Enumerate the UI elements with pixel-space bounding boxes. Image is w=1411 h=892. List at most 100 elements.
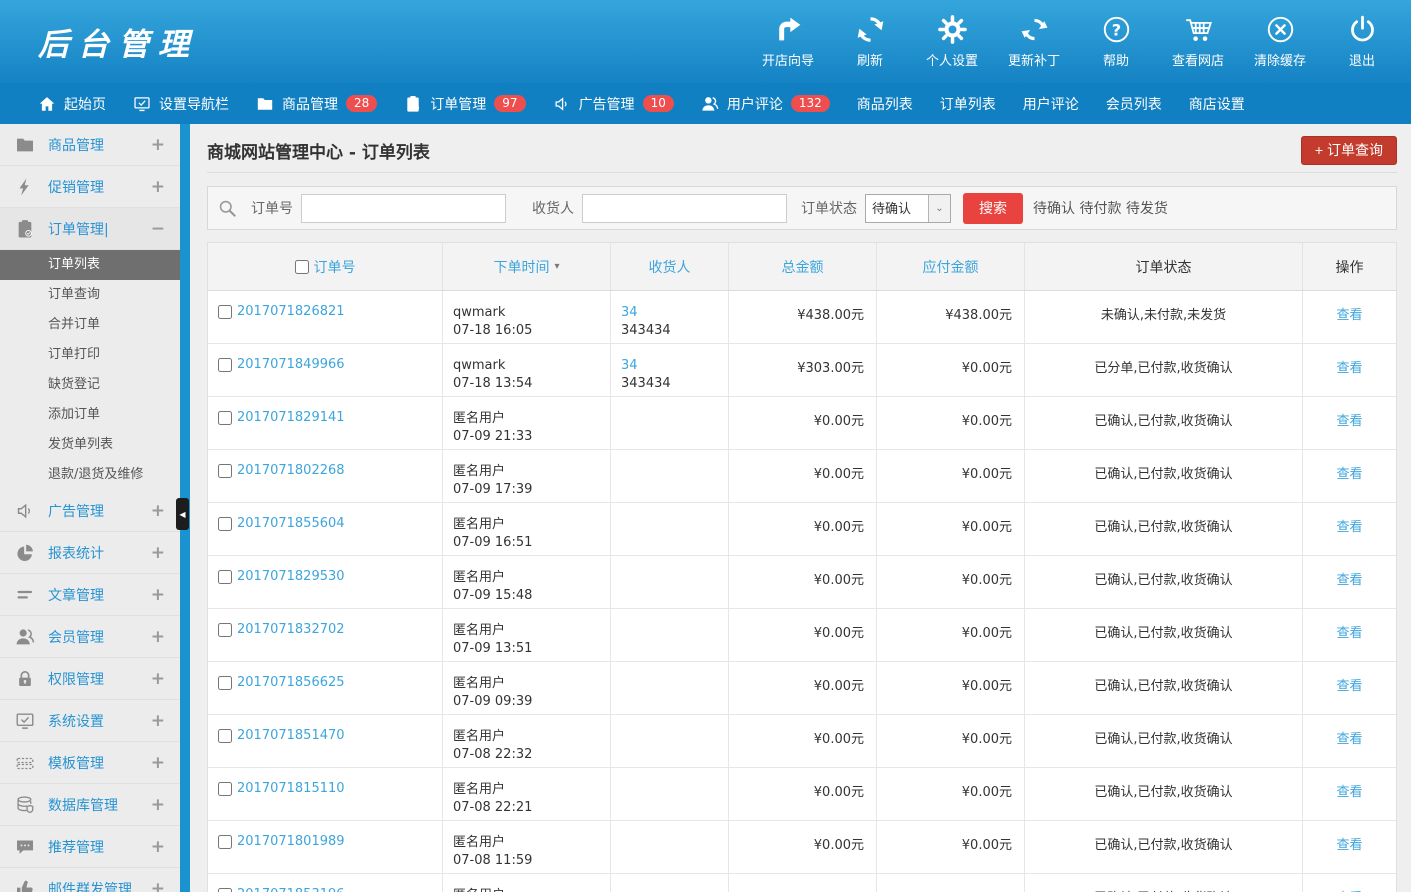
column-header-1[interactable]: 下单时间 ▾	[443, 243, 611, 290]
row-checkbox[interactable]	[218, 517, 232, 531]
expand-toggle-icon[interactable]: +	[151, 669, 165, 689]
navbar-item-10[interactable]: 商店设置	[1189, 94, 1245, 114]
expand-toggle-icon[interactable]: +	[151, 135, 165, 155]
sidebar-group-4[interactable]: 报表统计 +	[0, 532, 180, 574]
sidebar-group-6[interactable]: 会员管理 +	[0, 616, 180, 658]
expand-toggle-icon[interactable]: +	[151, 627, 165, 647]
sidebar-subitem-7[interactable]: 退款/退货及维修	[0, 460, 180, 490]
sidebar-group-5[interactable]: 文章管理 +	[0, 574, 180, 616]
topbar-action-sync[interactable]: 更新补丁	[999, 15, 1069, 69]
search-button[interactable]: 搜索	[963, 193, 1023, 224]
navbar-item-3[interactable]: 订单管理 97	[404, 94, 525, 114]
view-link[interactable]: 查看	[1336, 728, 1362, 747]
view-link[interactable]: 查看	[1336, 781, 1362, 800]
order-query-button[interactable]: + 订单查询	[1301, 136, 1397, 165]
view-link[interactable]: 查看	[1336, 516, 1362, 535]
sidebar-subitem-2[interactable]: 合并订单	[0, 310, 180, 340]
sidebar-group-11[interactable]: 推荐管理 +	[0, 826, 180, 868]
expand-toggle-icon[interactable]: +	[151, 795, 165, 815]
order-number-link[interactable]: 2017071856625	[237, 675, 345, 690]
sidebar-subitem-6[interactable]: 发货单列表	[0, 430, 180, 460]
sidebar-group-0[interactable]: 商品管理 +	[0, 124, 180, 166]
row-checkbox[interactable]	[218, 305, 232, 319]
topbar-action-power[interactable]: 退出	[1327, 15, 1397, 69]
sidebar-group-9[interactable]: 模板管理 +	[0, 742, 180, 784]
column-header-3[interactable]: 总金额	[729, 243, 877, 290]
row-checkbox[interactable]	[218, 676, 232, 690]
topbar-action-cart[interactable]: 查看网店	[1163, 15, 1233, 69]
expand-toggle-icon[interactable]: +	[151, 753, 165, 773]
sidebar-group-8[interactable]: 系统设置 +	[0, 700, 180, 742]
row-checkbox[interactable]	[218, 358, 232, 372]
sidebar-group-7[interactable]: 权限管理 +	[0, 658, 180, 700]
navbar-item-1[interactable]: 设置导航栏	[133, 94, 229, 114]
column-header-2[interactable]: 收货人	[611, 243, 729, 290]
expand-toggle-icon[interactable]: +	[151, 879, 165, 892]
navbar-item-4[interactable]: 广告管理 10	[553, 94, 674, 114]
column-header-4[interactable]: 应付金额	[877, 243, 1025, 290]
order-number-link[interactable]: 2017071801989	[237, 834, 345, 849]
consignee-input[interactable]	[582, 194, 787, 223]
row-checkbox[interactable]	[218, 888, 232, 892]
order-status-select[interactable]: 待确认	[866, 195, 950, 222]
expand-toggle-icon[interactable]: +	[151, 837, 165, 857]
expand-toggle-icon[interactable]: −	[151, 219, 165, 239]
expand-toggle-icon[interactable]: +	[151, 585, 165, 605]
sidebar-group-1[interactable]: 促销管理 +	[0, 166, 180, 208]
navbar-item-8[interactable]: 用户评论	[1023, 94, 1079, 114]
expand-toggle-icon[interactable]: +	[151, 501, 165, 521]
view-link[interactable]: 查看	[1336, 463, 1362, 482]
order-number-link[interactable]: 2017071851470	[237, 728, 345, 743]
sidebar-subitem-3[interactable]: 订单打印	[0, 340, 180, 370]
view-link[interactable]: 查看	[1336, 569, 1362, 588]
sidebar-collapse-handle[interactable]: ◀	[176, 498, 189, 530]
expand-toggle-icon[interactable]: +	[151, 543, 165, 563]
navbar-item-2[interactable]: 商品管理 28	[256, 94, 377, 114]
row-checkbox[interactable]	[218, 464, 232, 478]
row-checkbox[interactable]	[218, 729, 232, 743]
order-number-link[interactable]: 2017071802268	[237, 463, 345, 478]
navbar-item-9[interactable]: 会员列表	[1106, 94, 1162, 114]
order-number-link[interactable]: 2017071832702	[237, 622, 345, 637]
row-checkbox[interactable]	[218, 835, 232, 849]
row-checkbox[interactable]	[218, 782, 232, 796]
order-number-link[interactable]: 2017071826821	[237, 304, 345, 319]
order-no-input[interactable]	[301, 194, 506, 223]
row-checkbox[interactable]	[218, 411, 232, 425]
sidebar-group-2[interactable]: 订单管理| −	[0, 208, 180, 250]
topbar-action-gear[interactable]: 个人设置	[917, 15, 987, 69]
order-number-link[interactable]: 2017071849966	[237, 357, 345, 372]
sidebar-subitem-0[interactable]: 订单列表	[0, 250, 180, 280]
order-number-link[interactable]: 2017071853196	[237, 887, 345, 892]
topbar-action-question[interactable]: 帮助	[1081, 15, 1151, 69]
order-number-link[interactable]: 2017071829141	[237, 410, 345, 425]
view-link[interactable]: 查看	[1336, 834, 1362, 853]
order-number-link[interactable]: 2017071815110	[237, 781, 345, 796]
topbar-action-arrow-turn[interactable]: 开店向导	[753, 15, 823, 69]
select-all-checkbox[interactable]	[295, 260, 309, 274]
sidebar-group-10[interactable]: 数据库管理 +	[0, 784, 180, 826]
order-number-link[interactable]: 2017071829530	[237, 569, 345, 584]
sidebar-group-3[interactable]: 广告管理 +	[0, 490, 180, 532]
view-link[interactable]: 查看	[1336, 304, 1362, 323]
consignee-link[interactable]: 34	[621, 357, 638, 374]
order-number-link[interactable]: 2017071855604	[237, 516, 345, 531]
topbar-action-x-circle[interactable]: 清除缓存	[1245, 15, 1315, 69]
view-link[interactable]: 查看	[1336, 410, 1362, 429]
navbar-item-0[interactable]: 起始页	[38, 94, 106, 114]
topbar-action-refresh[interactable]: 刷新	[835, 15, 905, 69]
navbar-item-5[interactable]: 用户评论 132	[701, 94, 830, 114]
row-checkbox[interactable]	[218, 570, 232, 584]
column-header-0[interactable]: 订单号	[208, 243, 443, 290]
row-checkbox[interactable]	[218, 623, 232, 637]
consignee-link[interactable]: 34	[621, 304, 638, 321]
sidebar-subitem-4[interactable]: 缺货登记	[0, 370, 180, 400]
view-link[interactable]: 查看	[1336, 675, 1362, 694]
navbar-item-6[interactable]: 商品列表	[857, 94, 913, 114]
navbar-item-7[interactable]: 订单列表	[940, 94, 996, 114]
view-link[interactable]: 查看	[1336, 357, 1362, 376]
expand-toggle-icon[interactable]: +	[151, 177, 165, 197]
sidebar-subitem-5[interactable]: 添加订单	[0, 400, 180, 430]
view-link[interactable]: 查看	[1336, 622, 1362, 641]
view-link[interactable]: 查看	[1336, 887, 1362, 892]
